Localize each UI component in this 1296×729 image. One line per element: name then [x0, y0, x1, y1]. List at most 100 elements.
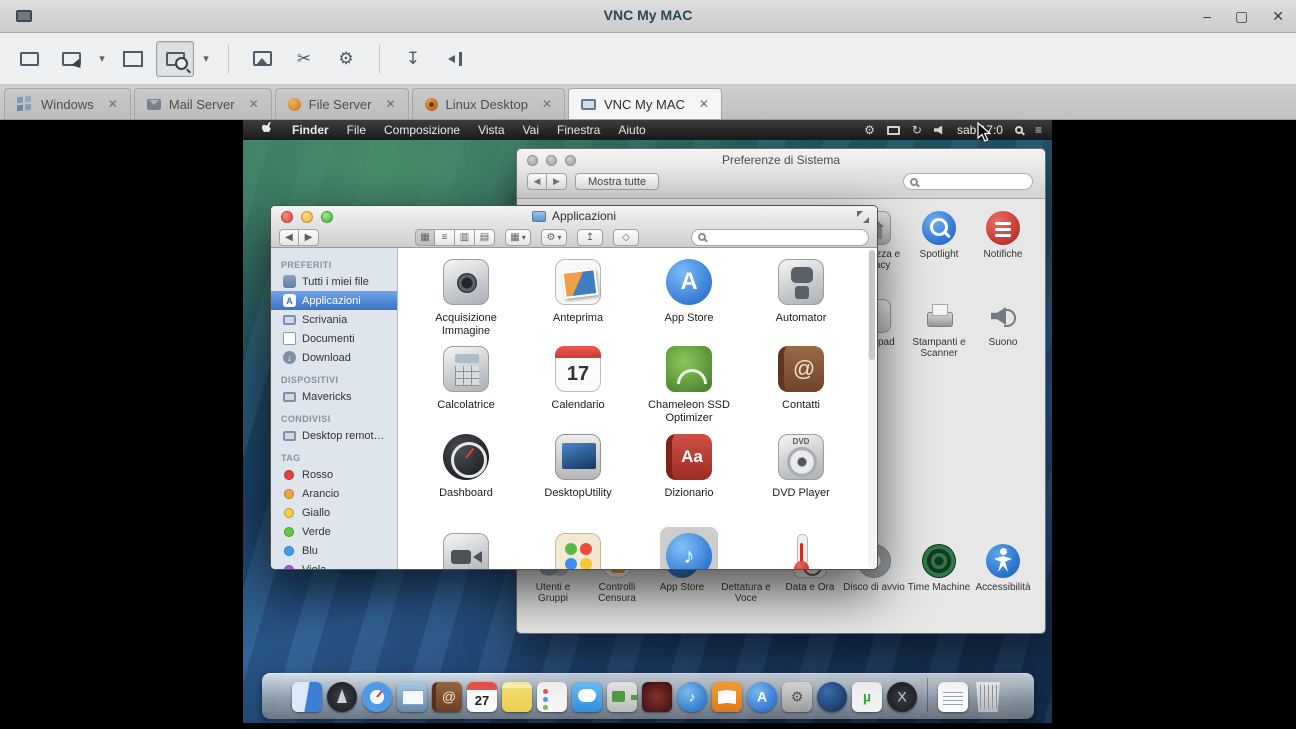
settings-button[interactable]: ⚙ — [327, 41, 365, 77]
back-forward-control[interactable]: ◀ ▶ — [279, 229, 319, 246]
dock-ibooks-icon[interactable] — [712, 682, 742, 712]
app-thermometer[interactable] — [746, 533, 856, 570]
back-button[interactable]: ◀ — [279, 229, 299, 246]
app-automator[interactable]: Automator — [746, 259, 856, 325]
dock-facetime-icon[interactable] — [607, 682, 637, 712]
apple-menu[interactable] — [253, 120, 283, 140]
tab-close-icon[interactable]: ✕ — [108, 97, 118, 111]
pref-printers[interactable]: Stampanti e Scanner — [906, 299, 972, 359]
menu-composizione[interactable]: Composizione — [375, 120, 469, 140]
coverflow-view-button[interactable]: ▤ — [475, 229, 495, 246]
dock-finder-icon[interactable] — [292, 682, 322, 712]
arrange-menu-button[interactable]: ▦▾ — [505, 229, 531, 246]
menu-file[interactable]: File — [338, 120, 375, 140]
sync-icon[interactable]: ↻ — [912, 123, 922, 137]
dock-contacts-icon[interactable]: @ — [432, 682, 462, 712]
window-titlebar[interactable]: VNC My MAC – ▢ ✕ — [0, 0, 1296, 33]
column-view-button[interactable]: ▥ — [455, 229, 475, 246]
tab-close-icon[interactable]: ✕ — [542, 97, 552, 111]
menu-finestra[interactable]: Finestra — [548, 120, 609, 140]
dock-calendar-icon[interactable]: 27 — [467, 682, 497, 712]
app-preview[interactable]: Anteprima — [523, 259, 633, 325]
dock-notes-icon[interactable] — [502, 682, 532, 712]
screenshot-button[interactable] — [243, 41, 281, 77]
maximize-button[interactable]: ▢ — [1235, 6, 1248, 26]
sidebar-tag-arancio[interactable]: Arancio — [271, 484, 397, 503]
control-dropdown[interactable]: ▾ — [94, 41, 110, 77]
volume-icon[interactable] — [934, 126, 945, 135]
sidebar-item-desktop-remoto[interactable]: Desktop remot… — [271, 426, 397, 445]
sidebar-item-tutti-i-miei-file[interactable]: Tutti i miei file — [271, 272, 397, 291]
view-mode-control[interactable]: ▦ ≡ ▥ ▤ — [415, 229, 495, 246]
scaling-dropdown[interactable]: ▾ — [198, 41, 214, 77]
cut-button[interactable]: ✂ — [285, 41, 323, 77]
menu-vai[interactable]: Vai — [514, 120, 548, 140]
finder-scrollbar[interactable] — [868, 249, 876, 568]
tab-mail-server[interactable]: Mail Server ✕ — [134, 88, 272, 119]
menu-aiuto[interactable]: Aiuto — [609, 120, 654, 140]
dock-trash-icon[interactable] — [973, 682, 1003, 712]
app-dvd-player[interactable]: DVDDVD Player — [746, 434, 856, 500]
dock-utorrent-icon[interactable]: µ — [852, 682, 882, 712]
pref-sound[interactable]: Suono — [970, 299, 1036, 348]
sidebar-item-scrivania[interactable]: Scrivania — [271, 310, 397, 329]
icon-view-button[interactable]: ▦ — [415, 229, 435, 246]
dock-mail-icon[interactable] — [397, 682, 427, 712]
dock-network-icon[interactable] — [817, 682, 847, 712]
tab-windows[interactable]: Windows ✕ — [4, 88, 131, 119]
close-button[interactable]: ✕ — [1272, 6, 1284, 26]
spotlight-search-icon[interactable] — [1015, 126, 1023, 134]
finder-minimize-button[interactable] — [301, 211, 313, 223]
send-keys-button[interactable]: ↧ — [394, 41, 432, 77]
remote-viewport[interactable]: Finder File Composizione Vista Vai Fines… — [0, 120, 1296, 729]
tab-close-icon[interactable]: ✕ — [249, 97, 259, 111]
app-dashboard[interactable]: Dashboard — [411, 434, 521, 500]
display-mirroring-icon[interactable] — [887, 126, 900, 135]
sidebar-tag-giallo[interactable]: Giallo — [271, 503, 397, 522]
take-control-button[interactable] — [52, 41, 90, 77]
prefs-zoom-button[interactable] — [565, 155, 576, 166]
dock-safari-icon[interactable] — [362, 682, 392, 712]
forward-button[interactable]: ▶ — [299, 229, 319, 246]
fullscreen-button[interactable] — [10, 41, 48, 77]
sidebar-tag-viola[interactable]: Viola — [271, 560, 397, 569]
dock-photo-booth-icon[interactable] — [642, 682, 672, 712]
prefs-forward-button[interactable]: ▶ — [547, 173, 567, 190]
sidebar-tag-blu[interactable]: Blu — [271, 541, 397, 560]
scrollbar-thumb[interactable] — [869, 250, 875, 360]
dock-launchpad-icon[interactable] — [327, 682, 357, 712]
app-game-center[interactable] — [523, 533, 633, 570]
menu-vista[interactable]: Vista — [469, 120, 513, 140]
gear-icon[interactable]: ⚙ — [864, 123, 875, 137]
finder-search-field[interactable] — [691, 229, 869, 246]
pref-time-machine[interactable]: Time Machine — [906, 544, 972, 593]
app-dictionary[interactable]: AaDizionario — [634, 434, 744, 500]
sidebar-item-download[interactable]: ↓Download — [271, 348, 397, 367]
pref-notifications[interactable]: Notifiche — [970, 211, 1036, 260]
app-calendar[interactable]: 17Calendario — [523, 346, 633, 412]
finder-content-area[interactable]: Acquisizione Immagine Anteprima AApp Sto… — [398, 248, 877, 569]
app-app-store[interactable]: AApp Store — [634, 259, 744, 325]
finder-close-button[interactable] — [281, 211, 293, 223]
app-desktoputility[interactable]: DesktopUtility — [523, 434, 633, 500]
dock-xquartz-icon[interactable]: X — [887, 682, 917, 712]
pref-accessibility[interactable]: Accessibilità — [970, 544, 1036, 593]
prefs-minimize-button[interactable] — [546, 155, 557, 166]
share-button[interactable]: ↥ — [577, 229, 603, 246]
app-image-capture[interactable]: Acquisizione Immagine — [411, 259, 521, 338]
app-facetime[interactable] — [411, 533, 521, 570]
finder-window[interactable]: Applicazioni ◀ ▶ ▦ ≡ ▥ ▤ — [270, 205, 878, 570]
dock-app-store-icon[interactable]: A — [747, 682, 777, 712]
menu-finder[interactable]: Finder — [283, 120, 338, 140]
sidebar-tag-rosso[interactable]: Rosso — [271, 465, 397, 484]
sidebar-item-mavericks[interactable]: Mavericks — [271, 387, 397, 406]
prefs-search-input[interactable] — [922, 176, 1022, 188]
dock-itunes-icon[interactable]: ♪ — [677, 682, 707, 712]
tab-file-server[interactable]: File Server ✕ — [275, 88, 409, 119]
sidebar-item-documenti[interactable]: Documenti — [271, 329, 397, 348]
finder-zoom-button[interactable] — [321, 211, 333, 223]
app-contacts[interactable]: @Contatti — [746, 346, 856, 412]
dock-textedit-icon[interactable] — [938, 682, 968, 712]
tags-button[interactable]: ◇ — [613, 229, 639, 246]
dock-messages-icon[interactable] — [572, 682, 602, 712]
